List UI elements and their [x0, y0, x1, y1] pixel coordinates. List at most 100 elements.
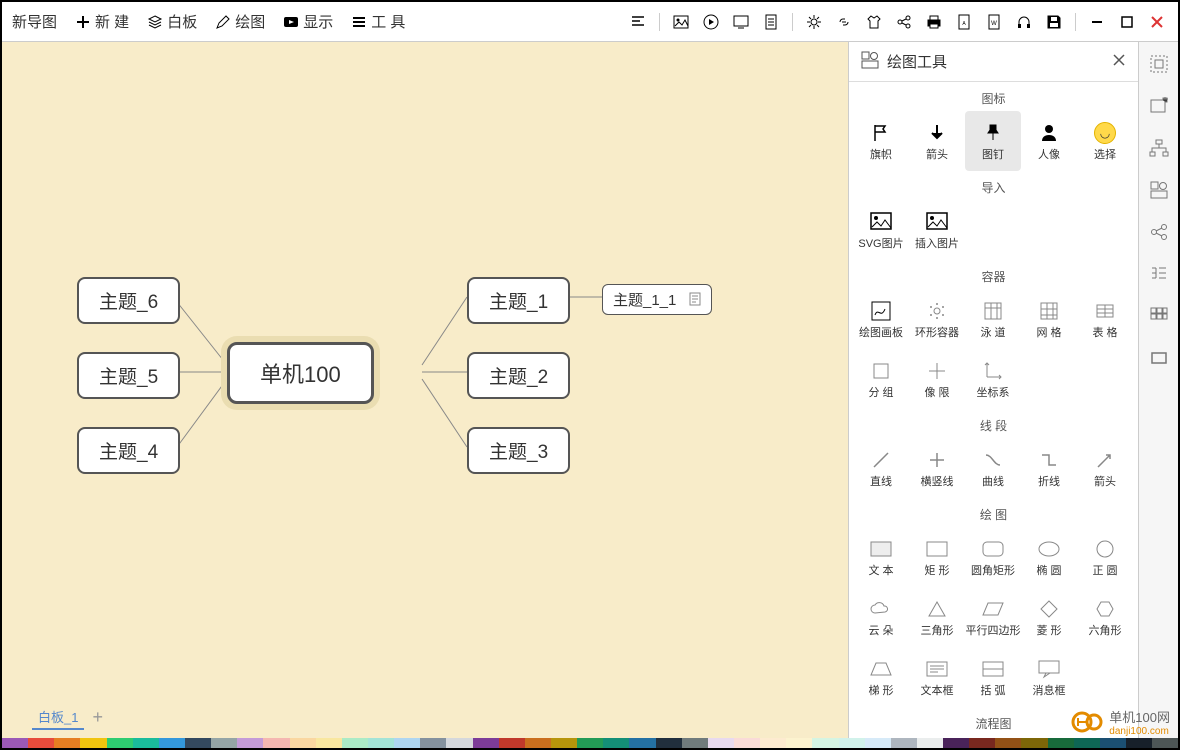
- add-tab-button[interactable]: +: [92, 707, 103, 728]
- tool-ring[interactable]: 环形容器: [909, 289, 965, 349]
- tool-table[interactable]: 表 格: [1077, 289, 1133, 349]
- color-swatch[interactable]: [786, 738, 812, 748]
- color-swatch[interactable]: [995, 738, 1021, 748]
- tool-bracket[interactable]: 括 弧: [965, 647, 1021, 707]
- sidebar-rect-icon[interactable]: [1147, 346, 1171, 370]
- tool-grid[interactable]: 网 格: [1021, 289, 1077, 349]
- pdf-icon[interactable]: A: [953, 11, 975, 33]
- sidebar-tree-icon[interactable]: [1147, 262, 1171, 286]
- tool-triangle[interactable]: 三角形: [909, 587, 965, 647]
- save-icon[interactable]: [1043, 11, 1065, 33]
- align-icon[interactable]: [627, 11, 649, 33]
- panel-close-icon[interactable]: [1112, 53, 1126, 70]
- sidebar-share-icon[interactable]: [1147, 220, 1171, 244]
- color-swatch[interactable]: [446, 738, 472, 748]
- color-swatch[interactable]: [237, 738, 263, 748]
- shirt-icon[interactable]: [863, 11, 885, 33]
- tool-arrow[interactable]: 箭头: [909, 111, 965, 171]
- tool-parallelogram[interactable]: 平行四边形: [965, 587, 1021, 647]
- color-swatch[interactable]: [316, 738, 342, 748]
- sidebar-add-icon[interactable]: [1147, 94, 1171, 118]
- color-swatch[interactable]: [577, 738, 603, 748]
- print-icon[interactable]: [923, 11, 945, 33]
- sidebar-layout-icon[interactable]: [1147, 52, 1171, 76]
- tool-roundrect[interactable]: 圆角矩形: [965, 527, 1021, 587]
- gear-icon[interactable]: [803, 11, 825, 33]
- tool-coord[interactable]: 坐标系: [965, 349, 1021, 409]
- tool-pin[interactable]: 图钉: [965, 111, 1021, 171]
- tool-select[interactable]: ◡选择: [1077, 111, 1133, 171]
- tab-board1[interactable]: 白板_1: [32, 705, 84, 730]
- canvas[interactable]: 单机100 主题_6 主题_5 主题_4 主题_1 主题_2 主题_3 主题_1…: [2, 42, 848, 738]
- color-swatch[interactable]: [943, 738, 969, 748]
- headphones-icon[interactable]: [1013, 11, 1035, 33]
- tool-line-curve[interactable]: 曲线: [965, 438, 1021, 498]
- tool-rect[interactable]: 矩 形: [909, 527, 965, 587]
- menu-whiteboard[interactable]: 白板: [147, 11, 197, 32]
- color-swatch[interactable]: [290, 738, 316, 748]
- tool-person[interactable]: 人像: [1021, 111, 1077, 171]
- color-swatch[interactable]: [682, 738, 708, 748]
- monitor-icon[interactable]: [730, 11, 752, 33]
- tool-diamond[interactable]: 菱 形: [1021, 587, 1077, 647]
- tool-message[interactable]: 消息框: [1021, 647, 1077, 707]
- color-swatch[interactable]: [1048, 738, 1074, 748]
- word-icon[interactable]: W: [983, 11, 1005, 33]
- tool-trapezoid[interactable]: 梯 形: [853, 647, 909, 707]
- tool-ellipse[interactable]: 椭 圆: [1021, 527, 1077, 587]
- tool-swimlane[interactable]: 泳 道: [965, 289, 1021, 349]
- menu-tools[interactable]: 工 具: [351, 11, 405, 32]
- close-icon[interactable]: [1146, 11, 1168, 33]
- color-swatch[interactable]: [760, 738, 786, 748]
- color-swatch[interactable]: [211, 738, 237, 748]
- tool-line-arrow[interactable]: 箭头: [1077, 438, 1133, 498]
- sidebar-shapes-icon[interactable]: [1147, 178, 1171, 202]
- node-t6[interactable]: 主题_6: [77, 277, 180, 324]
- color-swatch[interactable]: [133, 738, 159, 748]
- color-swatch[interactable]: [891, 738, 917, 748]
- color-swatch[interactable]: [734, 738, 760, 748]
- color-swatch[interactable]: [394, 738, 420, 748]
- center-node[interactable]: 单机100: [227, 342, 374, 404]
- tool-text[interactable]: 文 本: [853, 527, 909, 587]
- minimize-icon[interactable]: [1086, 11, 1108, 33]
- tool-line-straight[interactable]: 直线: [853, 438, 909, 498]
- node-t3[interactable]: 主题_3: [467, 427, 570, 474]
- tool-circle[interactable]: 正 圆: [1077, 527, 1133, 587]
- node-t2[interactable]: 主题_2: [467, 352, 570, 399]
- tool-flag[interactable]: 旗帜: [853, 111, 909, 171]
- share-icon[interactable]: [893, 11, 915, 33]
- tool-textbox[interactable]: 文本框: [909, 647, 965, 707]
- link-icon[interactable]: [833, 11, 855, 33]
- color-swatch[interactable]: [420, 738, 446, 748]
- menu-new[interactable]: 新 建: [75, 11, 129, 32]
- color-swatch[interactable]: [54, 738, 80, 748]
- color-swatch[interactable]: [80, 738, 106, 748]
- color-swatch[interactable]: [1126, 738, 1152, 748]
- color-swatch[interactable]: [1074, 738, 1100, 748]
- color-swatch[interactable]: [969, 738, 995, 748]
- color-swatch[interactable]: [1100, 738, 1126, 748]
- color-swatch[interactable]: [1152, 738, 1178, 748]
- tool-draw-canvas[interactable]: 绘图画板: [853, 289, 909, 349]
- color-swatch[interactable]: [185, 738, 211, 748]
- color-swatch[interactable]: [603, 738, 629, 748]
- color-swatch[interactable]: [28, 738, 54, 748]
- node-t1-1[interactable]: 主题_1_1: [602, 284, 712, 315]
- tool-hexagon[interactable]: 六角形: [1077, 587, 1133, 647]
- maximize-icon[interactable]: [1116, 11, 1138, 33]
- document-icon[interactable]: [760, 11, 782, 33]
- node-t5[interactable]: 主题_5: [77, 352, 180, 399]
- node-t1[interactable]: 主题_1: [467, 277, 570, 324]
- color-swatch[interactable]: [107, 738, 133, 748]
- tool-quadrant[interactable]: 像 限: [909, 349, 965, 409]
- color-strip[interactable]: [2, 738, 1178, 748]
- tool-line-poly[interactable]: 折线: [1021, 438, 1077, 498]
- sidebar-grid-icon[interactable]: [1147, 304, 1171, 328]
- color-swatch[interactable]: [368, 738, 394, 748]
- tool-insert-image[interactable]: 插入图片: [909, 200, 965, 260]
- color-swatch[interactable]: [812, 738, 838, 748]
- color-swatch[interactable]: [525, 738, 551, 748]
- play-circle-icon[interactable]: [700, 11, 722, 33]
- tool-line-hv[interactable]: 横竖线: [909, 438, 965, 498]
